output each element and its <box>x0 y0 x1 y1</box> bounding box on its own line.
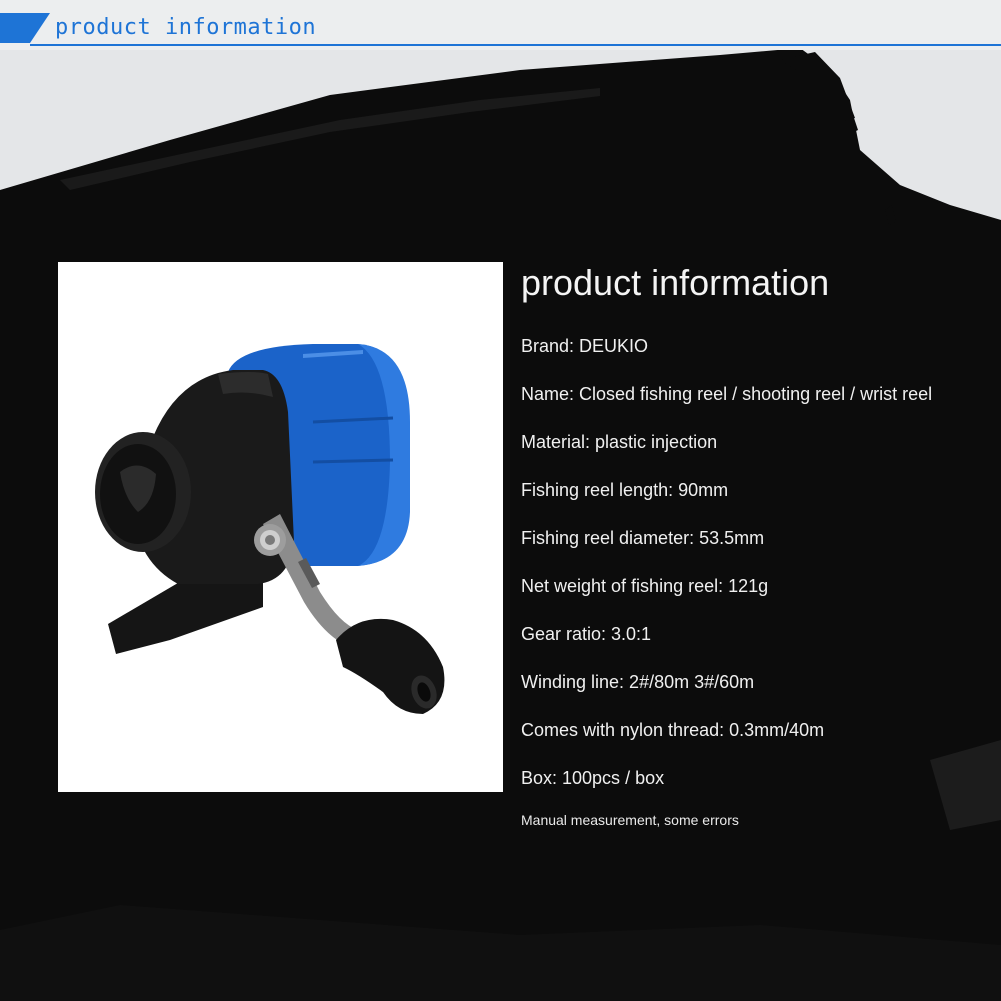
header-accent-tab <box>0 13 50 43</box>
spec-material: Material: plastic injection <box>521 432 718 452</box>
spec-box: Box: 100pcs / box <box>521 768 665 788</box>
fishing-reel-photo <box>95 344 445 714</box>
spec-winding-line: Winding line: 2#/80m 3#/60m <box>521 672 755 692</box>
spec-nylon-thread: Comes with nylon thread: 0.3mm/40m <box>521 720 825 740</box>
header-bar: product information <box>0 0 1001 50</box>
measurement-note: Manual measurement, some errors <box>521 812 739 828</box>
header-title: product information <box>55 15 317 40</box>
spec-name: Name: Closed fishing reel / shooting ree… <box>521 384 933 404</box>
header-underline <box>30 44 1001 46</box>
spec-length: Fishing reel length: 90mm <box>521 480 729 500</box>
spec-gear-ratio: Gear ratio: 3.0:1 <box>521 624 652 644</box>
spec-weight: Net weight of fishing reel: 121g <box>521 576 769 596</box>
info-title: product information <box>521 262 830 303</box>
spec-brand: Brand: DEUKIO <box>521 336 649 356</box>
product-image-frame <box>58 262 503 792</box>
spec-diameter: Fishing reel diameter: 53.5mm <box>521 528 765 548</box>
